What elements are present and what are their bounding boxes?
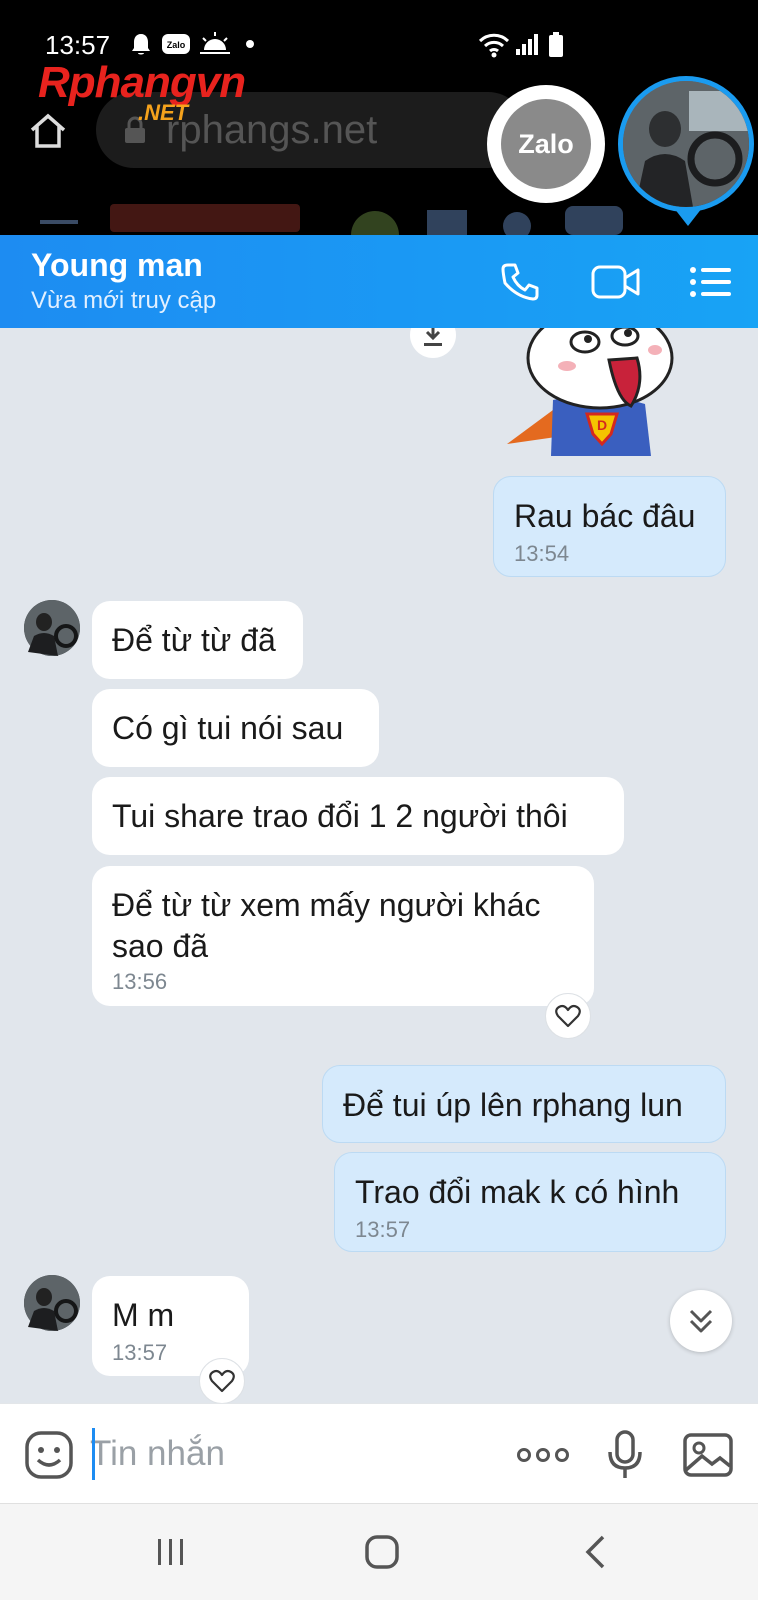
- sticker-button[interactable]: [22, 1428, 76, 1482]
- message-bubble-incoming[interactable]: Để từ từ xem mấy người khác sao đã 13:56: [92, 866, 594, 1006]
- more-options-button[interactable]: [515, 1428, 571, 1482]
- message-time: 13:54: [514, 541, 570, 566]
- battery-icon: [549, 32, 563, 57]
- message-bubble-outgoing[interactable]: Trao đổi mak k có hình 13:57: [334, 1152, 726, 1252]
- chat-head-photo: [623, 81, 749, 207]
- message-text: M m: [112, 1297, 175, 1333]
- microphone-icon: [608, 1430, 642, 1478]
- message-bubble-incoming[interactable]: Tui share trao đổi 1 2 người thôi: [92, 777, 624, 855]
- zalo-logo: Zalo: [501, 99, 591, 189]
- message-text: Rau bác đâu: [514, 498, 696, 534]
- contact-status: Vừa mới truy cập: [31, 287, 217, 314]
- double-chevron-down-icon: [689, 1309, 713, 1333]
- more-dots-icon: [517, 1448, 569, 1462]
- recent-apps-button[interactable]: [146, 1530, 196, 1574]
- video-call-button[interactable]: [589, 257, 643, 307]
- message-bubble-outgoing[interactable]: Rau bác đâu 13:54: [493, 476, 726, 577]
- back-button[interactable]: [570, 1530, 620, 1574]
- emoji-icon: [25, 1431, 73, 1479]
- video-camera-icon: [591, 265, 640, 299]
- list-menu-icon: [690, 267, 731, 297]
- message-input[interactable]: [90, 1428, 390, 1480]
- voice-call-button[interactable]: [493, 257, 547, 307]
- contact-avatar[interactable]: [24, 1275, 80, 1331]
- signal-icon: [516, 34, 538, 55]
- heart-icon: [555, 1004, 581, 1028]
- zalo-notification-icon: Zalo: [162, 34, 190, 54]
- contact-avatar[interactable]: [24, 600, 80, 656]
- contact-name[interactable]: Young man: [31, 247, 203, 284]
- message-text-line: sao đã: [112, 928, 209, 964]
- message-time: 13:57: [355, 1217, 411, 1242]
- chat-head-pointer: [674, 208, 702, 226]
- heart-icon: [209, 1369, 235, 1393]
- weather-icon: [200, 32, 230, 54]
- voice-message-button[interactable]: [598, 1428, 652, 1482]
- message-text-line: Để từ từ xem mấy người khác: [112, 887, 541, 923]
- chat-messages[interactable]: D Rau bác đâu 13:54 Để từ từ đã Có gì tu…: [0, 328, 758, 1403]
- message-time: 13:56: [112, 969, 168, 994]
- svg-text:D: D: [597, 417, 607, 433]
- home-icon[interactable]: [28, 112, 68, 150]
- image-icon: [683, 1433, 733, 1477]
- zalo-floating-button[interactable]: Zalo: [487, 85, 605, 203]
- download-icon: [424, 328, 442, 346]
- avatar-photo: [24, 1275, 80, 1331]
- scroll-to-bottom-button[interactable]: [670, 1290, 732, 1352]
- message-text: Để tui úp lên rphang lun: [343, 1087, 683, 1123]
- site-logo-suffix: .NET: [138, 100, 189, 125]
- download-sticker-button[interactable]: [410, 328, 456, 358]
- superman-sticker[interactable]: D: [505, 328, 685, 458]
- home-nav-button[interactable]: [357, 1530, 407, 1574]
- zalo-badge-text: Zalo: [167, 40, 186, 50]
- background-site-navbar: [40, 204, 623, 235]
- status-dot: [246, 40, 254, 48]
- wifi-icon: [478, 33, 510, 58]
- message-text: Có gì tui nói sau: [112, 710, 344, 746]
- chat-header: Young man Vừa mới truy cập: [0, 235, 758, 328]
- text-caret: [92, 1428, 95, 1480]
- message-text: Tui share trao đổi 1 2 người thôi: [112, 798, 568, 834]
- chat-head-avatar[interactable]: [618, 76, 754, 212]
- send-image-button[interactable]: [681, 1428, 735, 1482]
- message-text: Để từ từ đã: [112, 622, 276, 658]
- react-heart-button[interactable]: [545, 993, 591, 1039]
- recent-apps-icon: [158, 1539, 183, 1565]
- status-time: 13:57: [45, 30, 111, 60]
- message-text: Trao đổi mak k có hình: [355, 1174, 680, 1210]
- notification-bell-icon: [132, 34, 150, 55]
- home-nav-icon: [365, 1535, 399, 1569]
- phone-icon: [501, 263, 539, 301]
- message-bubble-incoming[interactable]: Để từ từ đã: [92, 601, 303, 679]
- message-bubble-incoming[interactable]: Có gì tui nói sau: [92, 689, 379, 767]
- back-chevron-icon: [585, 1535, 605, 1569]
- message-bubble-outgoing[interactable]: Để tui úp lên rphang lun: [322, 1065, 726, 1143]
- url-text: rphangs.net: [166, 108, 378, 152]
- avatar-photo: [24, 600, 80, 656]
- react-heart-button[interactable]: [199, 1358, 245, 1403]
- system-navigation-bar: [0, 1503, 758, 1600]
- chat-options-button[interactable]: [684, 257, 738, 307]
- message-composer: [0, 1403, 758, 1503]
